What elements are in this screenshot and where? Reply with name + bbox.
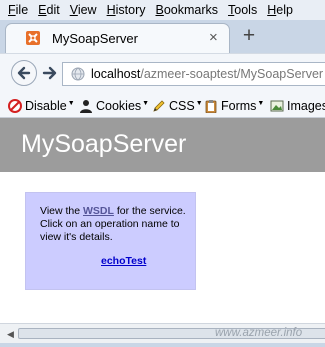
back-button[interactable]	[11, 60, 37, 86]
tab-strip: MySoapServer × +	[0, 20, 325, 53]
instruction-text: Click on an operation name to	[40, 218, 180, 230]
page-title: MySoapServer	[21, 130, 187, 158]
page-header: MySoapServer	[0, 118, 325, 172]
menu-tools[interactable]: Tools	[223, 3, 262, 17]
tab-mysoapserver[interactable]: MySoapServer ×	[5, 23, 230, 53]
no-entry-icon	[8, 98, 22, 113]
person-icon	[80, 99, 92, 113]
watermark: www.azmeer.info	[215, 327, 303, 339]
address-bar[interactable]: localhost/azmeer-soaptest/MySoapServer	[62, 62, 325, 86]
menu-file[interactable]: File	[0, 3, 33, 17]
menu-edit[interactable]: Edit	[33, 3, 65, 17]
url-text: localhost/azmeer-soaptest/MySoapServer	[91, 67, 324, 81]
developer-toolbar: Disable ▼ Cookies ▼ CSS ▼ Forms ▼ Images	[0, 93, 325, 118]
pencil-icon	[153, 99, 165, 112]
operation-link-echotest[interactable]: echoTest	[101, 255, 146, 267]
favicon-icon	[26, 31, 40, 45]
images-menu[interactable]: Images	[270, 98, 325, 113]
forms-menu[interactable]: Forms ▼	[204, 98, 264, 113]
cookies-menu[interactable]: Cookies ▼	[79, 98, 149, 113]
clipboard-icon	[205, 99, 217, 113]
disable-menu[interactable]: Disable ▼	[8, 98, 75, 113]
service-info-box: View the WSDL for the service. Click on …	[25, 192, 196, 290]
image-icon	[270, 100, 284, 111]
navigation-bar: localhost/azmeer-soaptest/MySoapServer	[0, 53, 325, 93]
scroll-left-icon[interactable]: ◀	[7, 329, 14, 340]
back-arrow-icon	[17, 66, 31, 80]
intro-text: View the WSDL for the service.	[40, 205, 186, 217]
browser-window: File Edit View History Bookmarks Tools H…	[0, 0, 325, 347]
menu-view[interactable]: View	[65, 3, 102, 17]
css-menu[interactable]: CSS ▼	[152, 98, 203, 113]
window-bottom-edge	[0, 343, 325, 347]
globe-icon	[71, 67, 85, 81]
menu-history[interactable]: History	[102, 3, 151, 17]
page-content: MySoapServer View the WSDL for the servi…	[0, 118, 325, 323]
menu-help[interactable]: Help	[262, 3, 298, 17]
tab-title: MySoapServer	[52, 31, 138, 46]
wsdl-link[interactable]: WSDL	[83, 205, 114, 217]
menu-bookmarks[interactable]: Bookmarks	[151, 3, 224, 17]
tab-close-icon[interactable]: ×	[209, 29, 218, 46]
new-tab-button[interactable]: +	[238, 23, 260, 49]
menu-bar: File Edit View History Bookmarks Tools H…	[0, 0, 325, 20]
horizontal-scrollbar[interactable]: ◀ www.azmeer.info	[0, 323, 325, 343]
forward-arrow-icon[interactable]	[40, 63, 60, 83]
instruction-text-2: view it's details.	[40, 231, 113, 243]
